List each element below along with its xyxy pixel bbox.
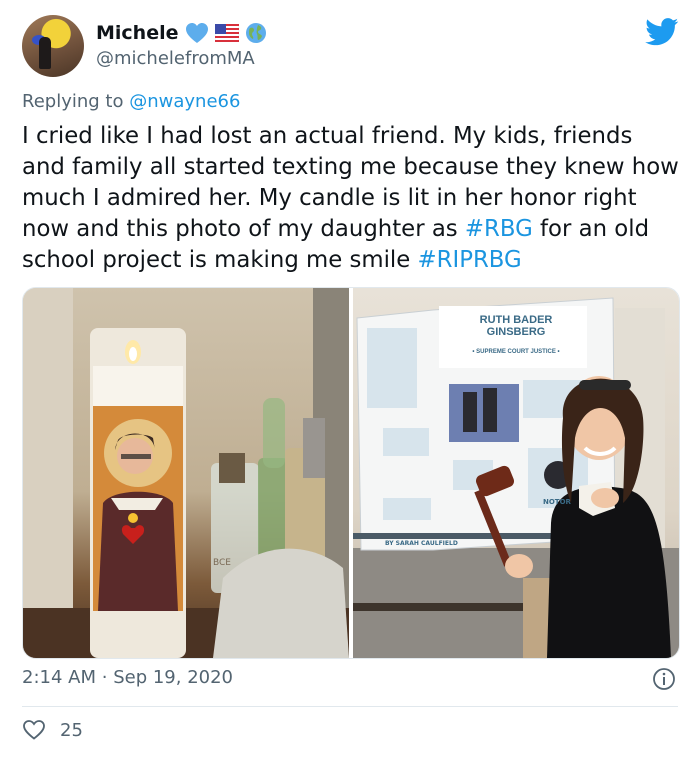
like-count: 25 — [60, 719, 83, 741]
info-icon[interactable] — [652, 667, 676, 691]
candle-scene — [23, 288, 349, 658]
display-name[interactable]: Michele — [96, 22, 179, 44]
tweet-date: Sep 19, 2020 — [113, 667, 234, 688]
poster-title-line-2: GINSBERG — [486, 326, 546, 338]
reply-context: Replying to @nwayne66 — [22, 91, 240, 112]
globe-icon — [245, 23, 266, 43]
candle-label: BCE — [213, 558, 231, 568]
meta-separator: · — [101, 667, 108, 688]
photo-candle[interactable]: BCE — [23, 288, 349, 658]
blue-heart-icon — [185, 23, 208, 43]
us-flag-icon — [214, 24, 239, 42]
tweet-timestamp[interactable]: 2:14 AM · Sep 19, 2020 — [22, 667, 233, 688]
poster-title: RUTH BADER GINSBERG • SUPREME COURT JUST… — [451, 314, 581, 358]
like-action[interactable]: 25 — [22, 718, 83, 742]
photo-rbg-project[interactable]: RUTH BADER GINSBERG • SUPREME COURT JUST… — [353, 288, 679, 658]
avatar[interactable] — [22, 15, 84, 77]
hashtag-riprbg[interactable]: #RIPRBG — [418, 247, 522, 273]
twitter-bird-icon[interactable] — [645, 18, 679, 46]
poster-title-line-1: RUTH BADER — [479, 314, 553, 326]
divider — [22, 706, 678, 707]
reply-prefix: Replying to — [22, 91, 124, 112]
tweet-time: 2:14 AM — [22, 667, 96, 688]
tweet-media: BCE RUTH BADER GINSBERG • SUPREME COURT … — [22, 287, 680, 659]
heart-outline-icon[interactable] — [22, 718, 46, 742]
user-handle[interactable]: @michelefromMA — [96, 48, 255, 69]
poster-author: BY SARAH CAULFIELD — [385, 540, 458, 547]
user-name-row: Michele — [96, 22, 267, 44]
tweet-text: I cried like I had lost an actual friend… — [22, 121, 682, 276]
hashtag-rbg[interactable]: #RBG — [465, 216, 533, 242]
reply-mention[interactable]: @nwayne66 — [129, 91, 240, 112]
poster-notorious: NOTOR — [543, 498, 571, 506]
poster-subtitle: • SUPREME COURT JUSTICE • — [472, 349, 560, 355]
